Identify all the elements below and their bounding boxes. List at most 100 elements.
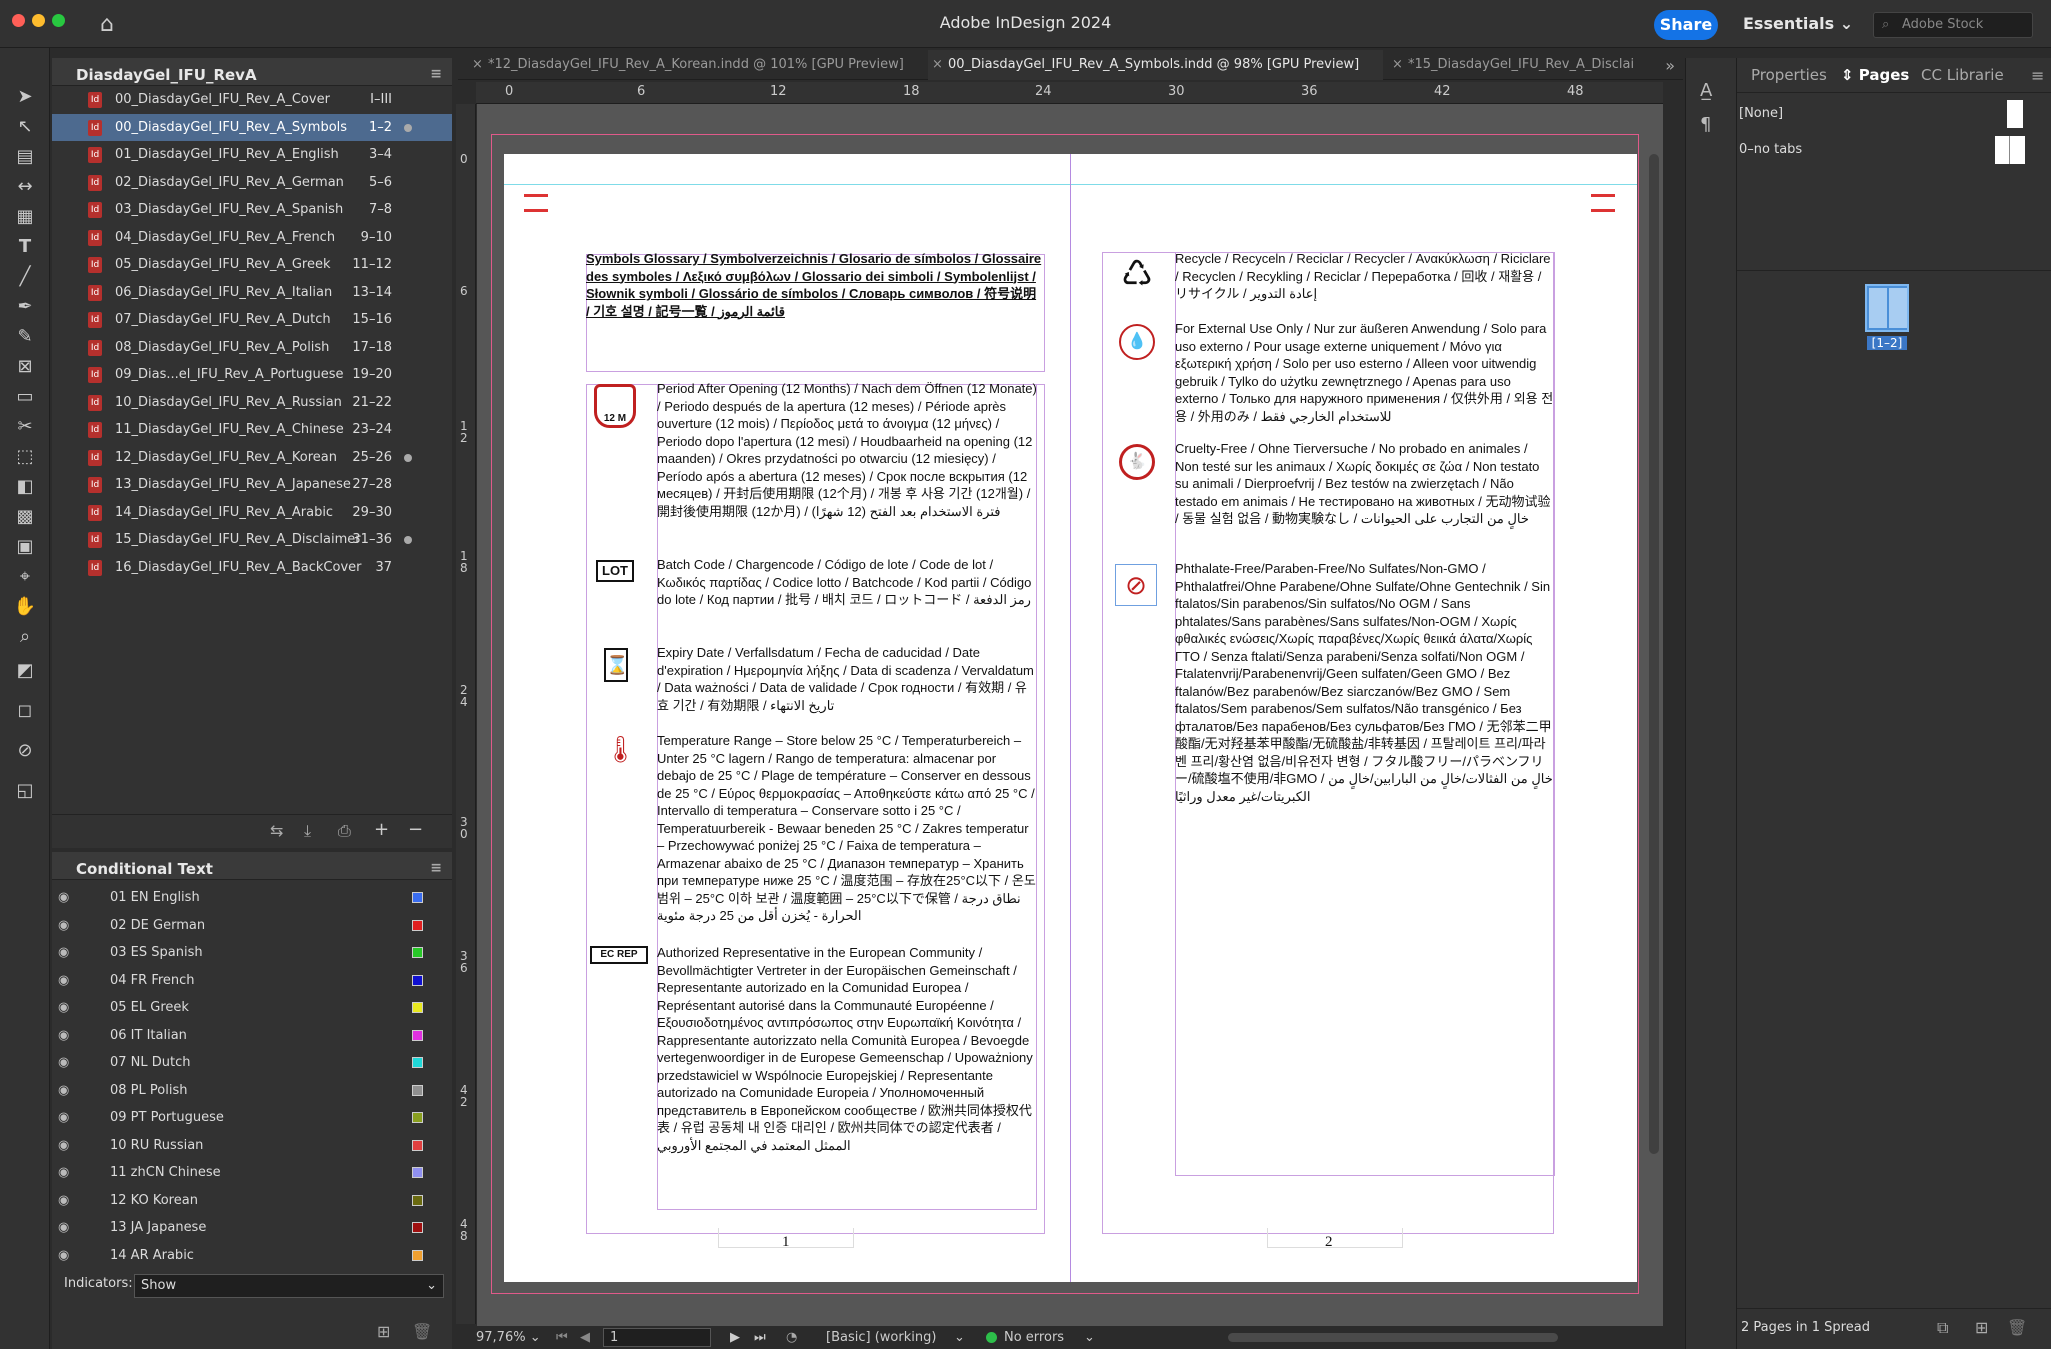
book-document-item[interactable]: Id 04_DiasdayGel_IFU_Rev_A_French 9–10 [52,224,452,252]
book-document-item[interactable]: Id 02_DiasdayGel_IFU_Rev_A_German 5–6 [52,169,452,197]
close-tab-icon[interactable]: × [1392,50,1403,80]
book-document-item[interactable]: Id 15_DiasdayGel_IFU_Rev_A_Disclaimer 31–3… [52,526,452,554]
edit-page-size-icon[interactable]: ⧉ [1937,1318,1948,1338]
adobe-stock-search[interactable]: ⌕ Adobe Stock [1873,12,2033,38]
page-2[interactable]: ♺ Recycle / Recyceln / Reciclar / Recycl… [1071,154,1637,1282]
master-no-tabs[interactable]: 0–no tabs [1737,136,2051,166]
book-document-item[interactable]: Id 00_DiasdayGel_IFU_Rev_A_Cover I–III [52,86,452,114]
book-document-item[interactable]: Id 03_DiasdayGel_IFU_Rev_A_Spanish 7–8 [52,196,452,224]
share-button[interactable]: Share [1654,10,1718,40]
visibility-eye-icon[interactable]: ◉ [58,1187,69,1214]
close-tab-icon[interactable]: × [932,50,943,80]
vertical-scrollbar[interactable] [1649,154,1659,1154]
condition-item[interactable]: ◉ 01 EN English [52,884,452,912]
zoom-tool-icon[interactable]: ⌕ [12,624,38,650]
page-field[interactable]: 1 [603,1328,711,1347]
chevron-down-icon[interactable]: ⌄ [1084,1326,1095,1349]
book-document-item[interactable]: Id 11_DiasdayGel_IFU_Rev_A_Chinese 23–24 [52,416,452,444]
book-document-item[interactable]: Id 13_DiasdayGel_IFU_Rev_A_Japanese 27–28 [52,471,452,499]
print-book-icon[interactable]: ⎙ [338,821,351,841]
condition-item[interactable]: ◉ 13 JA Japanese [52,1214,452,1242]
book-document-item[interactable]: Id 07_DiasdayGel_IFU_Rev_A_Dutch 15–16 [52,306,452,334]
next-page-icon[interactable]: ▶ [730,1326,740,1349]
line-tool-icon[interactable]: ╱ [12,264,38,290]
add-document-icon[interactable]: + [374,819,389,840]
rectangle-tool-icon[interactable]: ▭ [12,384,38,410]
tab-disclaimer[interactable]: × *15_DiasdayGel_IFU_Rev_A_Disclai [1388,50,1658,80]
type-tool-icon[interactable]: T [12,234,38,260]
page-1[interactable]: Symbols Glossary / Symbolverzeichnis / G… [504,154,1070,1282]
visibility-eye-icon[interactable]: ◉ [58,939,69,966]
scissors-tool-icon[interactable]: ✂ [12,414,38,440]
delete-page-icon[interactable]: 🗑 [2007,1318,2027,1337]
tab-cc-libraries[interactable]: CC Librarie [1921,66,2004,84]
indicators-select[interactable]: Show ⌄ [134,1274,444,1298]
visibility-eye-icon[interactable]: ◉ [58,1132,69,1159]
condition-item[interactable]: ◉ 05 EL Greek [52,994,452,1022]
condition-item[interactable]: ◉ 10 RU Russian [52,1132,452,1160]
save-book-icon[interactable]: ⤓ [304,821,311,841]
prev-page-icon[interactable]: ◀ [580,1326,590,1349]
more-tabs-icon[interactable]: » [1665,56,1675,75]
gradient-feather-tool-icon[interactable]: ▩ [12,504,38,530]
selection-tool-icon[interactable]: ➤ [12,84,38,110]
new-page-icon[interactable]: ⊞ [1975,1318,1988,1337]
master-none[interactable]: [None] [1737,100,2051,130]
preflight-profile-icon[interactable]: ◔ [786,1326,797,1349]
panel-menu-icon[interactable]: ≡ [2031,66,2044,85]
condition-item[interactable]: ◉ 04 FR French [52,967,452,995]
condition-item[interactable]: ◉ 02 DE German [52,912,452,940]
apply-none-icon[interactable]: ⊘ [12,738,38,764]
book-document-item[interactable]: Id 01_DiasdayGel_IFU_Rev_A_English 3–4 [52,141,452,169]
visibility-eye-icon[interactable]: ◉ [58,994,69,1021]
delete-condition-icon[interactable]: 🗑 [412,1322,432,1341]
visibility-eye-icon[interactable]: ◉ [58,1077,69,1104]
character-styles-icon[interactable]: A̲ [1700,80,1712,101]
preflight-profile[interactable]: [Basic] (working) [826,1326,936,1349]
tab-properties[interactable]: Properties [1751,66,1827,84]
book-document-item[interactable]: Id 09_Dias...el_IFU_Rev_A_Portuguese 19–20 [52,361,452,389]
fill-stroke-icon[interactable]: ◩ [12,658,38,684]
book-document-item[interactable]: Id 10_DiasdayGel_IFU_Rev_A_Russian 21–22 [52,389,452,417]
book-document-item[interactable]: Id 16_DiasdayGel_IFU_Rev_A_BackCover 37 [52,554,452,582]
synchronize-icon[interactable]: ⇆ [270,821,283,840]
visibility-eye-icon[interactable]: ◉ [58,1022,69,1049]
note-tool-icon[interactable]: ▣ [12,534,38,560]
book-document-item[interactable]: Id 14_DiasdayGel_IFU_Rev_A_Arabic 29–30 [52,499,452,527]
visibility-eye-icon[interactable]: ◉ [58,1104,69,1131]
free-transform-tool-icon[interactable]: ⬚ [12,444,38,470]
new-condition-icon[interactable]: ⊞ [377,1322,390,1341]
pencil-tool-icon[interactable]: ✎ [12,324,38,350]
paragraph-styles-icon[interactable]: ¶ [1700,114,1711,135]
remove-document-icon[interactable]: − [408,819,423,840]
tab-symbols[interactable]: × 00_DiasdayGel_IFU_Rev_A_Symbols.indd @ … [928,50,1383,80]
condition-item[interactable]: ◉ 06 IT Italian [52,1022,452,1050]
horizontal-scrollbar[interactable] [1228,1333,1558,1342]
book-document-item[interactable]: Id 05_DiasdayGel_IFU_Rev_A_Greek 11–12 [52,251,452,279]
book-document-item[interactable]: Id 00_DiasdayGel_IFU_Rev_A_Symbols 1–2 [52,113,452,141]
pen-tool-icon[interactable]: ✒ [12,294,38,320]
hand-tool-icon[interactable]: ✋ [12,594,38,620]
condition-item[interactable]: ◉ 03 ES Spanish [52,939,452,967]
visibility-eye-icon[interactable]: ◉ [58,1049,69,1076]
formatting-affects-container-icon[interactable]: ◻ [12,698,38,724]
spread-thumbnail[interactable] [1865,284,1909,332]
condition-item[interactable]: ◉ 08 PL Polish [52,1077,452,1105]
condition-item[interactable]: ◉ 11 zhCN Chinese [52,1159,452,1187]
condition-item[interactable]: ◉ 07 NL Dutch [52,1049,452,1077]
tab-korean[interactable]: × *12_DiasdayGel_IFU_Rev_A_Korean.indd @ … [468,50,923,80]
visibility-eye-icon[interactable]: ◉ [58,967,69,994]
workspace-switcher[interactable]: Essentials ⌄ [1743,14,1853,33]
visibility-eye-icon[interactable]: ◉ [58,1159,69,1186]
close-tab-icon[interactable]: × [472,50,483,80]
direct-selection-tool-icon[interactable]: ↖ [12,114,38,140]
eyedropper-tool-icon[interactable]: ⌖ [12,564,38,590]
rectangle-frame-tool-icon[interactable]: ⊠ [12,354,38,380]
chevron-down-icon[interactable]: ⌄ [954,1326,965,1349]
book-document-item[interactable]: Id 12_DiasdayGel_IFU_Rev_A_Korean 25–26 [52,444,452,472]
last-page-icon[interactable]: ⏭ [754,1326,766,1349]
visibility-eye-icon[interactable]: ◉ [58,1214,69,1241]
panel-menu-icon[interactable]: ≡ [430,860,442,876]
visibility-eye-icon[interactable]: ◉ [58,884,69,911]
first-page-icon[interactable]: ⏮ [556,1326,568,1349]
